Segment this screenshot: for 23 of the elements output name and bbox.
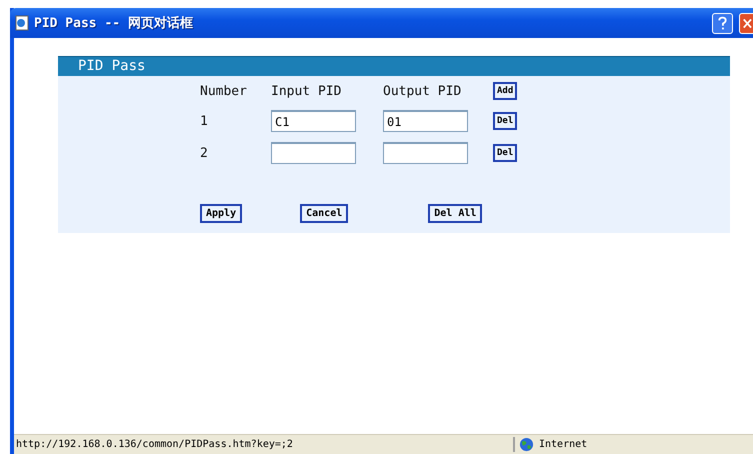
output-pid-field[interactable] bbox=[383, 142, 468, 164]
status-url: http://192.168.0.136/common/PIDPass.htm?key=;2 bbox=[15, 439, 294, 450]
delete-button[interactable]: Del bbox=[493, 112, 518, 130]
action-button[interactable]: Apply bbox=[200, 204, 242, 223]
action-button[interactable]: Del All bbox=[428, 204, 482, 223]
row-number: 2 bbox=[200, 146, 209, 160]
output-pid-field[interactable]: 01 bbox=[383, 110, 468, 132]
page-icon bbox=[14, 15, 30, 31]
window-title: PID Pass -- 网页对话框 bbox=[34, 15, 194, 32]
add-button[interactable]: Add bbox=[493, 82, 518, 100]
panel-header: PID Pass bbox=[58, 56, 730, 76]
row-number: 1 bbox=[200, 114, 209, 128]
input-pid-field[interactable] bbox=[271, 142, 356, 164]
input-pid-field[interactable]: C1 bbox=[271, 110, 356, 132]
column-header: Number bbox=[200, 84, 248, 98]
zone-label: Internet bbox=[539, 439, 588, 450]
delete-button[interactable]: Del bbox=[493, 144, 518, 162]
column-header: Output PID bbox=[383, 84, 462, 98]
action-button[interactable]: Cancel bbox=[300, 204, 348, 223]
globe-icon bbox=[519, 437, 534, 452]
close-button[interactable] bbox=[739, 12, 753, 34]
column-header: Input PID bbox=[271, 84, 342, 98]
help-button[interactable] bbox=[712, 12, 733, 34]
